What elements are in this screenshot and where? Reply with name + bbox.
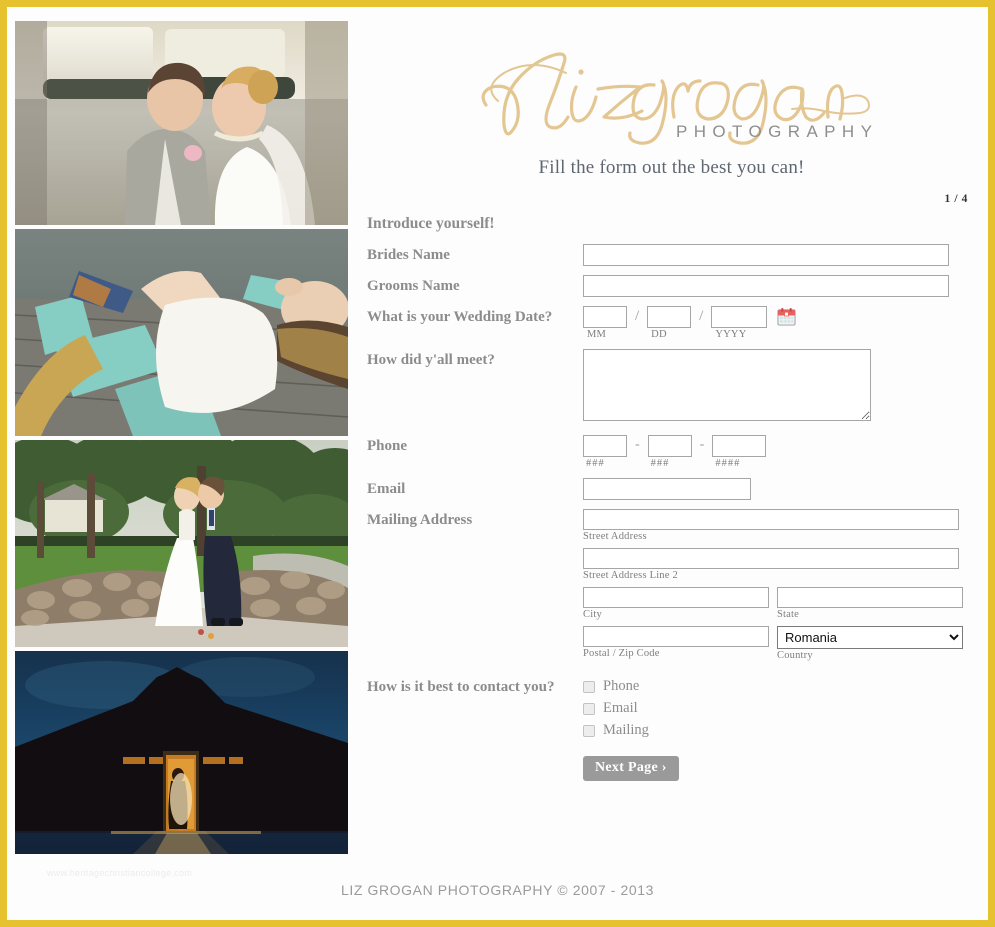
checkbox-email-label: Email bbox=[603, 700, 638, 716]
contact-preference-label: How is it best to contact you? bbox=[367, 679, 555, 695]
brides-name-input[interactable] bbox=[583, 244, 949, 266]
phone-label: Phone bbox=[367, 438, 408, 454]
wedding-date-dd-input[interactable] bbox=[647, 306, 692, 328]
contact-preference-options: Phone Email Mailing Next Page › bbox=[583, 676, 976, 781]
city-sublabel: City bbox=[583, 609, 602, 620]
address-postal: Postal / Zip Code bbox=[583, 626, 769, 661]
grooms-name-label: Grooms Name bbox=[367, 278, 460, 294]
field-contact-preference: How is it best to contact you? Phone Ema… bbox=[367, 676, 976, 781]
field-wedding-date: What is your Wedding Date? MM / DD / YYY… bbox=[367, 306, 976, 340]
how-met-label: How did y'all meet? bbox=[367, 352, 495, 368]
footer-copyright: LIZ GROGAN PHOTOGRAPHY © 2007 - 2013 bbox=[340, 882, 655, 898]
svg-text:PHOTOGRAPHY: PHOTOGRAPHY bbox=[676, 122, 872, 141]
phone-prefix: ### bbox=[647, 435, 692, 469]
photo-couple-in-car bbox=[15, 21, 348, 225]
checkbox-mailing[interactable]: Mailing bbox=[583, 722, 976, 739]
checkbox-mailing-box[interactable] bbox=[583, 724, 595, 737]
address-city-state-row: City State bbox=[583, 587, 976, 620]
wedding-date-mm-sublabel: MM bbox=[587, 329, 607, 340]
state-sublabel: State bbox=[777, 609, 799, 620]
phone-prefix-sublabel: ### bbox=[650, 458, 670, 469]
phone-area-sublabel: ### bbox=[586, 458, 605, 469]
phone-prefix-input[interactable] bbox=[647, 435, 692, 457]
street-address-2-input[interactable] bbox=[583, 548, 959, 569]
postal-code-input[interactable] bbox=[583, 626, 769, 647]
section-title: Introduce yourself! bbox=[367, 215, 495, 232]
mailing-address-label: Mailing Address bbox=[367, 512, 473, 528]
country-select[interactable]: Romania bbox=[777, 626, 963, 649]
form-column: PHOTOGRAPHY Fill the form out the best y… bbox=[367, 21, 976, 790]
phone-separator-1: - bbox=[635, 437, 640, 452]
wedding-date-yyyy-input[interactable] bbox=[711, 306, 768, 328]
street-address-sublabel: Street Address bbox=[583, 531, 647, 542]
checkbox-email[interactable]: Email bbox=[583, 700, 976, 717]
grooms-name-input[interactable] bbox=[583, 275, 949, 297]
photo-couple-on-dock bbox=[15, 229, 348, 436]
lizgrogan-logo: PHOTOGRAPHY bbox=[481, 52, 872, 145]
date-separator-1: / bbox=[635, 308, 640, 324]
phone-line-input[interactable] bbox=[712, 435, 767, 457]
checkbox-mailing-label: Mailing bbox=[603, 722, 649, 738]
phone-group: ### - ### - #### bbox=[583, 435, 976, 469]
form-page: PHOTOGRAPHY Fill the form out the best y… bbox=[0, 0, 995, 927]
address-street2: Street Address Line 2 bbox=[583, 548, 976, 581]
calendar-icon[interactable] bbox=[777, 307, 796, 326]
phone-area-input[interactable] bbox=[583, 435, 627, 457]
field-grooms-name: Grooms Name bbox=[367, 275, 976, 297]
city-input[interactable] bbox=[583, 587, 769, 608]
email-label: Email bbox=[367, 481, 406, 497]
checkbox-phone[interactable]: Phone bbox=[583, 678, 976, 695]
phone-area: ### bbox=[583, 435, 627, 469]
address-country: Romania Country bbox=[777, 626, 963, 661]
address-city: City bbox=[583, 587, 769, 620]
address-postal-country-row: Postal / Zip Code Romania Country bbox=[583, 626, 976, 661]
photo-barn-at-night bbox=[15, 651, 348, 854]
wedding-date-day: DD bbox=[647, 306, 692, 340]
next-page-button[interactable]: Next Page › bbox=[583, 756, 679, 781]
address-group: Street Address Street Address Line 2 Cit… bbox=[583, 509, 976, 661]
watermark-text: www.heritagechristiancollege.com bbox=[47, 868, 193, 878]
wedding-date-dd-sublabel: DD bbox=[651, 329, 667, 340]
page-indicator: 1 / 4 bbox=[944, 193, 968, 205]
wedding-date-group: MM / DD / YYYY bbox=[583, 306, 976, 340]
field-email: Email bbox=[367, 478, 976, 500]
wedding-date-month: MM bbox=[583, 306, 627, 340]
wedding-date-yyyy-sublabel: YYYY bbox=[715, 329, 747, 340]
photo-gallery bbox=[15, 21, 348, 854]
field-how-met: How did y'all meet? bbox=[367, 349, 976, 426]
brides-name-label: Brides Name bbox=[367, 247, 450, 263]
wedding-date-label: What is your Wedding Date? bbox=[367, 309, 553, 325]
address-street1: Street Address bbox=[583, 509, 976, 542]
how-met-textarea[interactable] bbox=[583, 349, 871, 421]
postal-code-sublabel: Postal / Zip Code bbox=[583, 648, 660, 659]
wedding-date-year: YYYY bbox=[711, 306, 768, 340]
address-state: State bbox=[777, 587, 963, 620]
state-input[interactable] bbox=[777, 587, 963, 608]
field-phone: Phone ### - ### - #### bbox=[367, 435, 976, 469]
photo-couple-on-bridge bbox=[15, 440, 348, 647]
checkbox-phone-label: Phone bbox=[603, 678, 640, 694]
street-address-2-sublabel: Street Address Line 2 bbox=[583, 570, 678, 581]
form-tagline: Fill the form out the best you can! bbox=[538, 157, 805, 178]
phone-line-sublabel: #### bbox=[715, 458, 741, 469]
date-separator-2: / bbox=[699, 308, 704, 324]
brand-header: PHOTOGRAPHY Fill the form out the best y… bbox=[367, 21, 976, 179]
street-address-input[interactable] bbox=[583, 509, 959, 530]
checkbox-email-box[interactable] bbox=[583, 702, 595, 715]
field-mailing-address: Mailing Address Street Address Street Ad… bbox=[367, 509, 976, 667]
checkbox-phone-box[interactable] bbox=[583, 680, 595, 693]
country-sublabel: Country bbox=[777, 650, 813, 661]
wedding-date-mm-input[interactable] bbox=[583, 306, 627, 328]
form-fields: Introduce yourself! Brides Name Grooms N… bbox=[367, 215, 976, 781]
phone-separator-2: - bbox=[699, 437, 705, 452]
phone-line: #### bbox=[712, 435, 767, 469]
email-input[interactable] bbox=[583, 478, 751, 500]
field-brides-name: Brides Name bbox=[367, 244, 976, 266]
